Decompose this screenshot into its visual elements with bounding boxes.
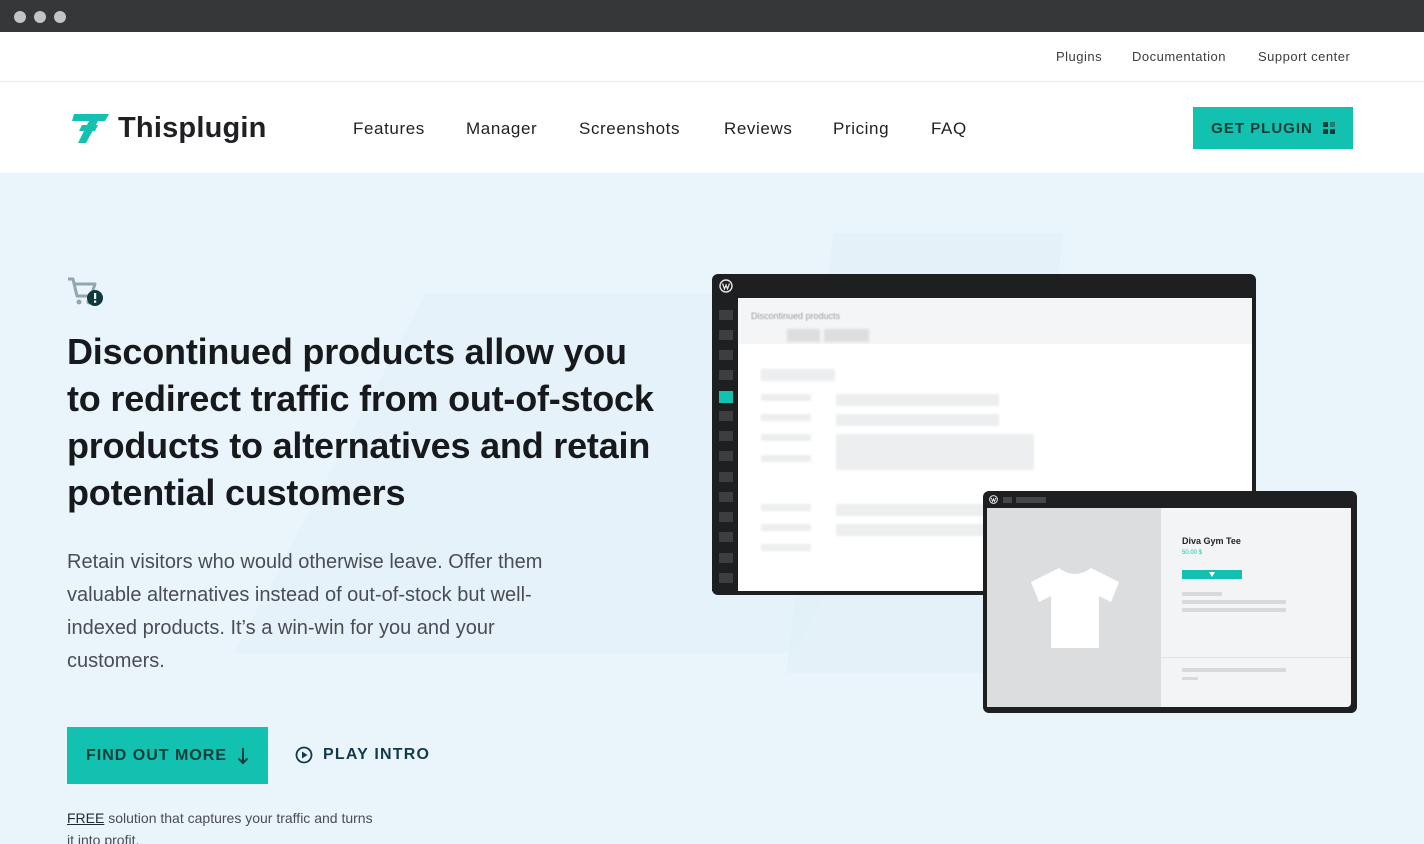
product-name: Diva Gym Tee: [1182, 536, 1241, 546]
find-out-more-label: FIND OUT MORE: [86, 746, 227, 764]
free-link[interactable]: FREE: [67, 810, 104, 826]
utility-bar: Plugins Documentation Support center: [0, 32, 1424, 82]
find-out-more-button[interactable]: FIND OUT MORE: [67, 727, 268, 784]
logo-mark-icon: [72, 114, 109, 143]
main-nav: Thisplugin Features Manager Screenshots …: [0, 83, 1424, 173]
admin-page-title: Discontinued products: [751, 311, 841, 321]
product-image: [987, 508, 1161, 707]
chevron-down-icon: [1209, 572, 1215, 577]
tshirt-icon: [1031, 568, 1119, 648]
logo[interactable]: Thisplugin: [70, 110, 267, 146]
product-page: Diva Gym Tee 50.00 $: [987, 508, 1351, 707]
nav-item-reviews[interactable]: Reviews: [724, 119, 792, 139]
hero-heading: Discontinued products allow you to redir…: [67, 331, 654, 513]
get-plugin-label: GET PLUGIN: [1211, 119, 1313, 137]
arrow-down-icon: [237, 747, 249, 764]
play-circle-icon: [295, 746, 313, 764]
product-price: 50.00 $: [1182, 550, 1203, 556]
grid-icon: [1322, 122, 1335, 134]
window-maximize-dot[interactable]: [54, 11, 66, 23]
utility-link-support-center[interactable]: Support center: [1258, 49, 1350, 64]
wordpress-icon: [719, 279, 733, 293]
free-note-text: solution that captures your traffic and …: [67, 810, 373, 844]
nav-item-features[interactable]: Features: [353, 119, 425, 139]
window-close-dot[interactable]: [14, 11, 26, 23]
cart-alert-icon: [68, 277, 103, 306]
get-plugin-button[interactable]: GET PLUGIN: [1193, 107, 1353, 149]
brand-name: Thisplugin: [118, 111, 267, 144]
admin-sidebar: [712, 298, 738, 591]
window-minimize-dot[interactable]: [34, 11, 46, 23]
browser-chrome: [0, 0, 1424, 32]
utility-link-documentation[interactable]: Documentation: [1132, 49, 1226, 64]
add-to-cart-button[interactable]: [1182, 570, 1242, 579]
play-intro-button[interactable]: PLAY INTRO: [295, 743, 430, 767]
nav-item-screenshots[interactable]: Screenshots: [579, 119, 680, 139]
play-intro-label: PLAY INTRO: [323, 746, 431, 763]
wordpress-icon: [989, 495, 998, 504]
nav-item-pricing[interactable]: Pricing: [833, 119, 889, 139]
utility-link-plugins[interactable]: Plugins: [1056, 49, 1102, 64]
nav-item-manager[interactable]: Manager: [466, 119, 537, 139]
hero-lead: Retain visitors who would otherwise leav…: [67, 551, 543, 672]
free-note: FREE solution that captures your traffic…: [67, 807, 377, 844]
product-screenshot: Diva Gym Tee 50.00 $: [983, 491, 1357, 713]
nav-item-faq[interactable]: FAQ: [931, 119, 967, 139]
hero-section: Discontinued products allow you to redir…: [0, 173, 1424, 844]
